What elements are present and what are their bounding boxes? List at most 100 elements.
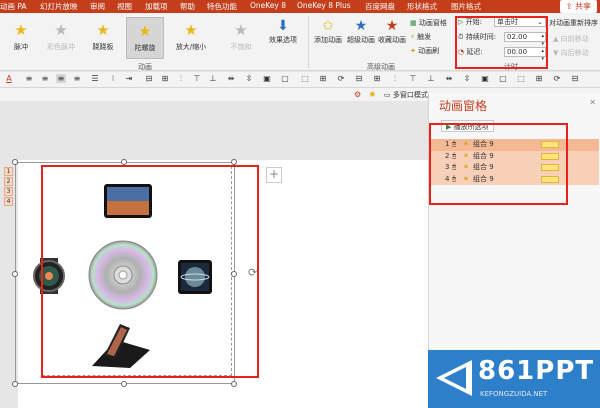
distribute-h-icon[interactable]: ⇹ (226, 74, 236, 83)
trigger-icon: ⚡ (410, 33, 415, 41)
favorite-animation-button[interactable]: ★ 收藏动画 (377, 17, 407, 45)
move-earlier-label: 向前移动 (560, 35, 589, 43)
effect-options-button[interactable]: ⬇ 效果选项 (266, 17, 300, 45)
super-animation-button[interactable]: ★ 超级动画 (346, 17, 376, 45)
format-toolbar: A ≡ ≡ ≡ ≡ ☰ ⁝ ⇥ ⊟ ⊞ ⫶ ⊤ ⊥ ⇹ ⇳ ▣ ▢ ⬚ ⊞ ⟳ … (0, 72, 600, 88)
reorder-label: 对动画重新排序 (549, 19, 598, 27)
animation-painter-button[interactable]: ✦ 动画刷 (410, 46, 439, 56)
align-center-icon[interactable]: ≡ (40, 74, 50, 83)
group-animation-label: 动画 (138, 63, 152, 71)
logo-mark-icon (436, 360, 472, 396)
rotate-icon[interactable]: ⟳ (336, 74, 346, 83)
effect-label: 不饱和 (230, 43, 252, 51)
ungroup-icon[interactable]: ▢ (280, 74, 290, 83)
align-tool-icon[interactable]: ⊞ (534, 74, 544, 83)
star-icon: ★ (234, 21, 248, 39)
distribute-v-icon[interactable]: ⇳ (244, 74, 254, 83)
star-icon: ★ (138, 22, 152, 40)
align-tool-icon[interactable]: ⊟ (354, 74, 364, 83)
align-tool-icon[interactable]: ⟳ (552, 74, 562, 83)
align-tool-icon[interactable]: ⊟ (570, 74, 580, 83)
tab-baidu[interactable]: 百度网盘 (365, 1, 395, 12)
align-tool-icon[interactable]: ▣ (480, 74, 490, 83)
align-tool-icon[interactable]: ⊞ (372, 74, 382, 83)
gear-icon[interactable]: ⚙ (354, 90, 361, 99)
multiwindow-label: 多窗口模式 (392, 91, 428, 99)
align-tool-icon[interactable]: ⊤ (192, 74, 202, 83)
effect-desaturate[interactable]: ★ 不饱和 (222, 17, 260, 59)
tab-review[interactable]: 审阅 (90, 1, 105, 12)
tab-view[interactable]: 视图 (117, 1, 132, 12)
align-tool-icon[interactable]: ⇳ (462, 74, 472, 83)
align-tool-icon[interactable]: ⊤ (408, 74, 418, 83)
effect-label: 彩色脉冲 (47, 43, 75, 51)
group-icon[interactable]: ▣ (262, 74, 272, 83)
align-tool-icon[interactable]: ⫶ (176, 74, 186, 84)
tab-help[interactable]: 帮助 (180, 1, 195, 12)
tab-shape-format[interactable]: 形状格式 (407, 1, 437, 12)
trigger-label: 触发 (417, 33, 432, 41)
move-later-label: 向后移动 (560, 49, 589, 57)
effect-color-pulse[interactable]: ★ 彩色脉冲 (42, 17, 80, 59)
add-animation-label: 添加动画 (314, 36, 342, 44)
resize-handle[interactable] (121, 381, 127, 387)
tab-onekey8plus[interactable]: OneKey 8 Plus (297, 1, 351, 10)
distribute-icon[interactable]: ☰ (90, 74, 100, 83)
resize-handle[interactable] (12, 159, 18, 165)
logo-subtext: KEFONGZUIDA.NET (480, 390, 548, 398)
effect-label: 脉冲 (14, 43, 28, 51)
tab-animation[interactable]: 动画 PA (0, 1, 27, 12)
align-right-icon[interactable]: ≡ (56, 74, 66, 83)
pane-title: 动画窗格 (439, 99, 488, 113)
tab-addins[interactable]: 加载项 (145, 1, 168, 12)
animation-tag[interactable]: 3 (4, 187, 13, 196)
align-tool-icon[interactable]: ⊞ (160, 74, 170, 83)
justify-icon[interactable]: ≡ (72, 74, 82, 83)
align-tool-icon[interactable]: ⊥ (208, 74, 218, 83)
add-animation-button[interactable]: ✩ 添加动画 (312, 17, 344, 45)
animation-tag[interactable]: 2 (4, 177, 13, 186)
effect-pulse[interactable]: ★ 脉冲 (2, 17, 40, 59)
resize-handle[interactable] (12, 381, 18, 387)
move-later-button[interactable]: ▼ 向后移动 (553, 48, 589, 58)
animation-pane-button[interactable]: ▦ 动画窗格 (410, 18, 447, 28)
effect-teeter[interactable]: ★ 跷跷板 (84, 17, 122, 59)
font-color-icon[interactable]: A (4, 74, 14, 83)
tab-special[interactable]: 特色功能 (207, 1, 237, 12)
multiwindow-button[interactable]: ▭ 多窗口模式 (384, 90, 428, 100)
close-icon[interactable]: ✕ (589, 98, 596, 107)
star-icon: ★ (14, 21, 28, 39)
tab-slideshow[interactable]: 幻灯片放映 (40, 1, 78, 12)
divider (308, 16, 309, 68)
list-icon[interactable]: ⁝ (108, 74, 118, 83)
align-tool-icon[interactable]: ▢ (498, 74, 508, 83)
effect-grow-shrink[interactable]: ★ 放大/缩小 (172, 17, 210, 59)
align-left-icon[interactable]: ≡ (24, 74, 34, 83)
size-icon[interactable]: ⬚ (300, 74, 310, 83)
effect-options-icon: ⬇ (277, 18, 289, 34)
align-tool-icon[interactable]: ⬚ (516, 74, 526, 83)
indent-icon[interactable]: ⇥ (124, 74, 134, 83)
resize-handle[interactable] (231, 381, 237, 387)
animation-tag[interactable]: 1 (4, 167, 13, 176)
align-tool-icon[interactable]: ⊟ (144, 74, 154, 83)
effect-options-label: 效果选项 (269, 36, 297, 44)
add-icon[interactable]: + (266, 167, 282, 183)
tab-picture-format[interactable]: 图片格式 (451, 1, 481, 12)
slide-highlight-box (41, 165, 259, 378)
logo-text: 861PPT (478, 356, 595, 386)
sun-icon[interactable]: ✹ (369, 90, 376, 99)
tab-onekey8[interactable]: OneKey 8 (250, 1, 286, 10)
resize-handle[interactable] (12, 271, 18, 277)
effect-spin[interactable]: ★ 陀螺旋 (126, 17, 164, 59)
share-button[interactable]: ⇪ 共享 (559, 0, 597, 13)
align-tool-icon[interactable]: ⇹ (444, 74, 454, 83)
effect-label: 跷跷板 (92, 43, 114, 51)
animation-tag[interactable]: 4 (4, 197, 13, 206)
trigger-button[interactable]: ⚡ 触发 (410, 32, 431, 42)
align-tool-icon[interactable]: ⊥ (426, 74, 436, 83)
super-animation-label: 超级动画 (347, 36, 375, 44)
align-tool-icon[interactable]: ⫶ (390, 74, 400, 84)
move-earlier-button[interactable]: ▲ 向前移动 (553, 34, 589, 44)
grid-icon[interactable]: ⊞ (318, 74, 328, 83)
